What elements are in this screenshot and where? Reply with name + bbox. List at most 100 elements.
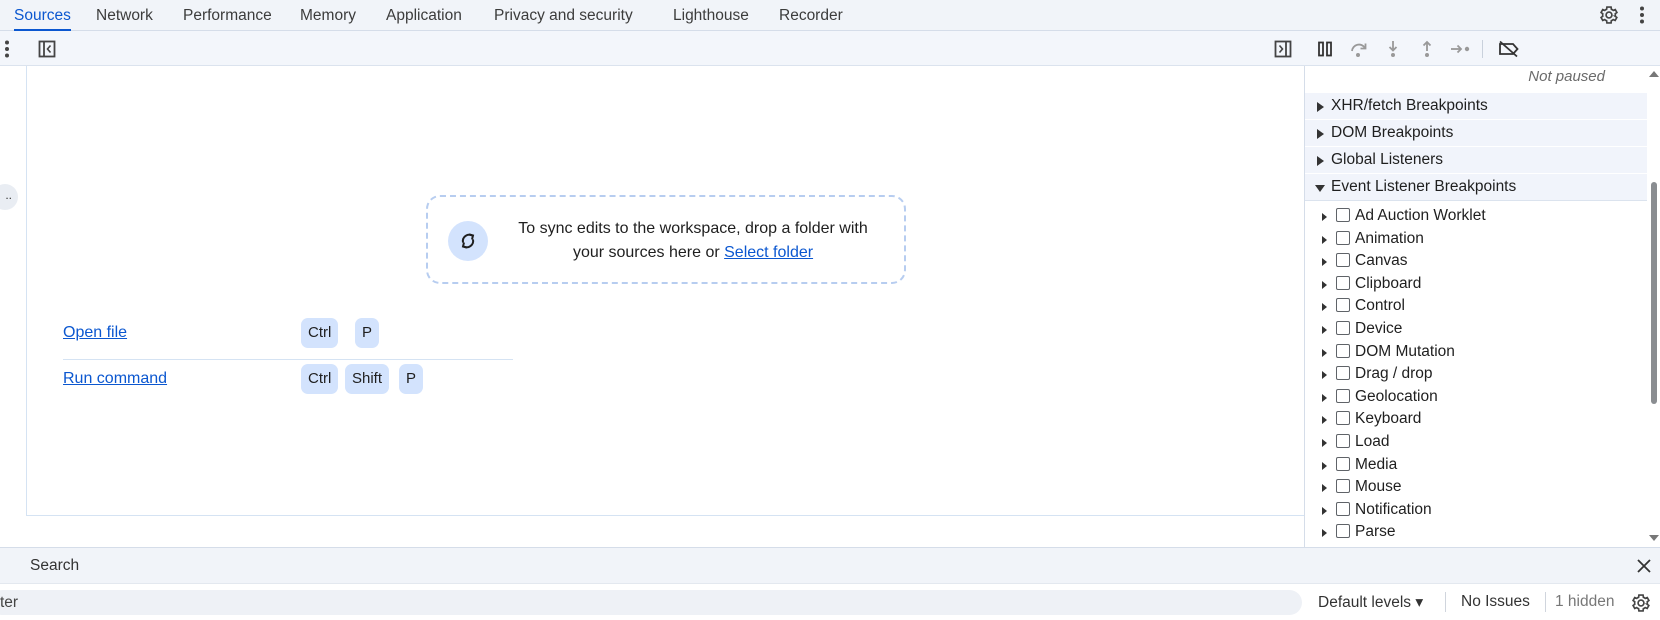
scroll-up-arrow-icon[interactable] [1649, 71, 1659, 77]
section-xhr-fetch-breakpoints[interactable]: XHR/fetch Breakpoints [1305, 93, 1647, 120]
event-label: DOM Mutation [1355, 342, 1455, 360]
open-file-link[interactable]: Open file [63, 324, 127, 342]
section-label: Event Listener Breakpoints [1331, 178, 1517, 195]
run-command-link[interactable]: Run command [63, 370, 167, 388]
section-event-listener-breakpoints[interactable]: Event Listener Breakpoints [1305, 174, 1647, 201]
event-label: Media [1355, 455, 1398, 473]
event-listener-item[interactable]: Keyboard [1305, 408, 1647, 431]
expand-arrow-icon [1322, 371, 1327, 380]
event-checkbox[interactable] [1336, 388, 1350, 403]
event-listener-item[interactable]: Notification [1305, 499, 1647, 522]
toggle-navigator-icon[interactable] [34, 36, 60, 62]
event-label: Drag / drop [1355, 365, 1433, 383]
event-checkbox[interactable] [1336, 366, 1350, 381]
event-listener-item[interactable]: Ad Auction Worklet [1305, 205, 1647, 228]
event-checkbox[interactable] [1336, 275, 1350, 290]
event-listener-item[interactable]: Load [1305, 431, 1647, 454]
collapsed-navigator-button[interactable]: .. [0, 184, 18, 210]
console-filter-bar: ter Default levels ▾ No Issues 1 hidden [0, 583, 1660, 620]
sources-toolbar [0, 31, 1660, 66]
debugger-status: Not paused [1528, 68, 1605, 85]
close-icon[interactable] [1632, 554, 1656, 578]
event-listener-item[interactable]: Clipboard [1305, 273, 1647, 296]
section-dom-breakpoints[interactable]: DOM Breakpoints [1305, 120, 1647, 147]
event-checkbox[interactable] [1336, 230, 1350, 245]
debugger-sidebar: Not paused XHR/fetch Breakpoints DOM Bre… [1304, 66, 1660, 547]
event-checkbox[interactable] [1336, 434, 1350, 448]
event-checkbox[interactable] [1336, 321, 1350, 335]
event-label: Parse [1355, 523, 1396, 541]
event-listener-item[interactable]: Canvas [1305, 250, 1647, 273]
expand-arrow-icon [1322, 484, 1327, 493]
log-levels-dropdown[interactable]: Default levels ▾ [1318, 593, 1423, 612]
tab-sources[interactable]: Sources [14, 0, 71, 31]
drawer-header: Search [0, 547, 1660, 583]
event-listener-item[interactable]: Mouse [1305, 476, 1647, 499]
panel-tab-bar: Sources Network Performance Memory Appli… [0, 0, 1660, 31]
event-listener-item[interactable]: DOM Mutation [1305, 341, 1647, 364]
tab-recorder[interactable]: Recorder [779, 0, 843, 31]
key-chip: Ctrl [301, 364, 339, 394]
navigator-collapsed-strip: .. [0, 66, 26, 516]
event-checkbox[interactable] [1336, 479, 1350, 494]
key-chip: Shift [345, 364, 390, 394]
event-checkbox[interactable] [1336, 456, 1350, 471]
event-checkbox[interactable] [1336, 298, 1350, 313]
gear-icon[interactable] [1597, 3, 1621, 27]
event-listener-item[interactable]: Animation [1305, 228, 1647, 251]
tab-performance[interactable]: Performance [183, 0, 272, 31]
event-checkbox[interactable] [1336, 253, 1350, 268]
issues-counter[interactable]: No Issues [1461, 593, 1530, 611]
event-checkbox[interactable] [1336, 501, 1350, 516]
deactivate-breakpoints-icon[interactable] [1496, 36, 1522, 62]
filter-input[interactable]: ter [0, 590, 1302, 615]
event-label: Clipboard [1355, 274, 1422, 292]
event-listener-item[interactable]: Geolocation [1305, 386, 1647, 409]
more-vert-icon[interactable] [1630, 3, 1654, 27]
expand-arrow-icon [1317, 102, 1324, 112]
event-label: Mouse [1355, 478, 1402, 496]
expand-arrow-icon [1322, 529, 1327, 538]
event-label: Notification [1355, 500, 1432, 518]
expand-arrow-icon [1322, 348, 1327, 357]
debugger-scrollbar[interactable] [1648, 66, 1660, 547]
section-label: DOM Breakpoints [1331, 124, 1454, 141]
step-icon[interactable] [1448, 36, 1474, 62]
gear-icon[interactable] [1629, 591, 1653, 615]
expand-arrow-icon [1322, 506, 1327, 515]
shortcut-row-open-file: Open file Ctrl P [63, 314, 513, 360]
event-listener-item[interactable]: Drag / drop [1305, 363, 1647, 386]
scroll-thumb[interactable] [1651, 182, 1657, 404]
tab-memory[interactable]: Memory [300, 0, 356, 31]
section-global-listeners[interactable]: Global Listeners [1305, 147, 1647, 174]
drop-zone-text: To sync edits to the workspace, drop a f… [518, 220, 868, 261]
drawer-tab-search[interactable]: Search [30, 557, 79, 575]
step-into-icon[interactable] [1380, 36, 1406, 62]
pause-icon[interactable] [1312, 36, 1338, 62]
tab-privacy-and-security[interactable]: Privacy and security [494, 0, 633, 31]
expand-arrow-icon [1317, 156, 1324, 166]
event-checkbox[interactable] [1336, 208, 1350, 222]
workspace-drop-zone[interactable]: To sync edits to the workspace, drop a f… [426, 195, 906, 284]
scroll-down-arrow-icon[interactable] [1649, 535, 1659, 541]
event-listener-item[interactable]: Control [1305, 295, 1647, 318]
event-listener-item[interactable]: Media [1305, 454, 1647, 477]
step-out-icon[interactable] [1414, 36, 1440, 62]
event-listener-item[interactable]: Parse [1305, 521, 1647, 544]
event-checkbox[interactable] [1336, 524, 1350, 539]
event-checkbox[interactable] [1336, 411, 1350, 426]
tab-network[interactable]: Network [96, 0, 153, 31]
shortcut-row-run-command: Run command Ctrl Shift P [63, 360, 513, 406]
step-over-icon[interactable] [1346, 36, 1372, 62]
toolbar-divider [1445, 592, 1446, 612]
event-listener-item[interactable]: Device [1305, 318, 1647, 341]
tab-application[interactable]: Application [386, 0, 462, 31]
select-folder-link[interactable]: Select folder [724, 244, 813, 261]
expand-arrow-icon [1322, 461, 1327, 470]
event-checkbox[interactable] [1336, 343, 1350, 358]
toggle-debugger-icon[interactable] [1270, 36, 1296, 62]
expand-arrow-icon [1322, 416, 1327, 425]
more-vert-icon[interactable] [0, 36, 20, 62]
key-chip: P [399, 364, 424, 394]
tab-lighthouse[interactable]: Lighthouse [673, 0, 749, 31]
